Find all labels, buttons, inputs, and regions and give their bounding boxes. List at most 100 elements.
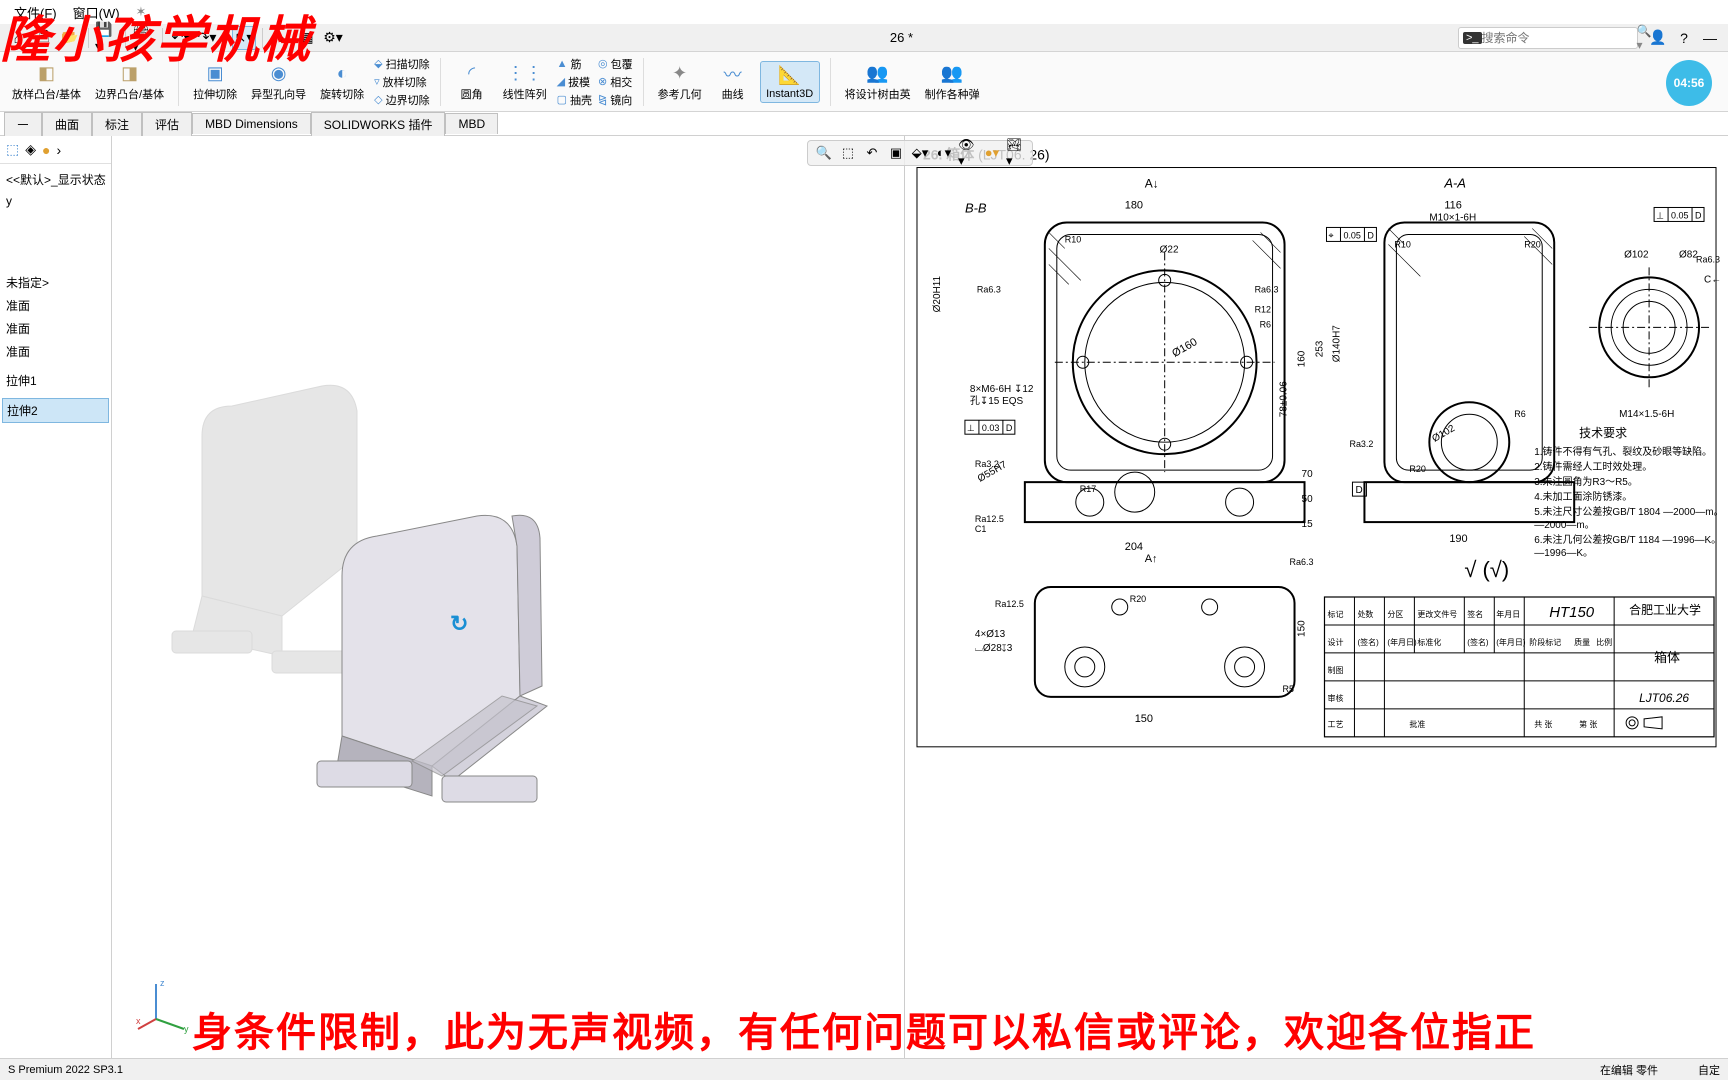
svg-text:(签名): (签名): [1357, 637, 1379, 647]
wrap-button[interactable]: ◎包覆: [598, 56, 633, 72]
curves-button[interactable]: 〰曲线: [712, 60, 754, 104]
svg-text:A↓: A↓: [1145, 176, 1159, 190]
graphics-viewport[interactable]: 🔍 ⬚ ↶ ▣ ⬙▾ ◐▾ 👁▾ ●▾ 🏞▾: [112, 136, 1728, 1058]
model-render: [142, 316, 622, 816]
svg-text:—1996—K。: —1996—K。: [1534, 548, 1593, 559]
tree-extrude1[interactable]: 拉伸1: [2, 369, 109, 392]
tab-mbd-dims[interactable]: MBD Dimensions: [192, 113, 311, 134]
search-input[interactable]: [1482, 31, 1637, 45]
tab-annotate[interactable]: 标注: [92, 112, 142, 136]
svg-text:分区: 分区: [1387, 610, 1403, 619]
minimize-icon[interactable]: —: [1698, 26, 1722, 50]
svg-text:150: 150: [1135, 713, 1153, 725]
help-icon[interactable]: ?: [1672, 26, 1696, 50]
svg-text:1.铸件不得有气孔、裂纹及砂眼等缺陷。: 1.铸件不得有气孔、裂纹及砂眼等缺陷。: [1534, 445, 1712, 458]
svg-text:HT150: HT150: [1549, 604, 1595, 621]
rib-button[interactable]: ▲筋: [557, 56, 592, 72]
tree-plane3[interactable]: 准面: [2, 340, 109, 363]
sweep-cut-button[interactable]: ⬙扫描切除: [374, 56, 429, 72]
svg-text:孔↧15 EQS: 孔↧15 EQS: [970, 395, 1024, 407]
tree-plane1[interactable]: 准面: [2, 294, 109, 317]
loft-cut-button[interactable]: ▿放样切除: [374, 74, 429, 90]
svg-text:C←: C←: [1704, 274, 1721, 285]
svg-text:Ra6.3: Ra6.3: [1255, 284, 1279, 294]
tree-display-state[interactable]: <<默认>_显示状态: [2, 168, 109, 191]
svg-text:Ra3.2: Ra3.2: [1349, 439, 1373, 449]
svg-text:4.未加工面涂防锈漆。: 4.未加工面涂防锈漆。: [1534, 490, 1632, 503]
appearance-icon[interactable]: ●▾: [982, 143, 1002, 163]
tree-material[interactable]: 未指定>: [2, 271, 109, 294]
svg-text:150: 150: [1297, 620, 1308, 637]
video-overlay-title: 隆小孩学机械: [0, 0, 312, 72]
svg-text:253: 253: [1314, 340, 1325, 357]
boundary-cut-button[interactable]: ◇边界切除: [374, 92, 429, 108]
instant3d-button[interactable]: 📐Instant3D: [760, 61, 820, 103]
tree-history[interactable]: y: [2, 191, 109, 211]
svg-text:R5: R5: [1283, 684, 1294, 694]
svg-text:204: 204: [1125, 541, 1143, 553]
svg-text:—2000—m。: —2000—m。: [1534, 520, 1594, 531]
svg-text:A-A: A-A: [1443, 175, 1466, 190]
prev-view-icon[interactable]: ↶: [862, 143, 882, 163]
svg-text:质量: 质量: [1574, 637, 1590, 647]
mirror-button[interactable]: ⧎镜向: [598, 92, 633, 108]
revolve-cut-button[interactable]: ◐旋转切除: [316, 60, 368, 104]
svg-text:50: 50: [1302, 494, 1314, 505]
draft-button[interactable]: ◢拔模: [557, 74, 592, 90]
status-bar: S Premium 2022 SP3.1 在编辑 零件 自定: [0, 1058, 1728, 1080]
svg-text:⊥: ⊥: [1656, 210, 1664, 220]
svg-text:8×M6-6H ↧12: 8×M6-6H ↧12: [970, 384, 1034, 395]
svg-text:R6: R6: [1514, 409, 1525, 419]
command-search[interactable]: >_ 🔍▾: [1458, 27, 1638, 49]
status-edit-mode: 在编辑 零件: [1600, 1062, 1658, 1078]
tab-evaluate[interactable]: 评估: [142, 112, 192, 136]
display-icon[interactable]: ●: [42, 142, 50, 158]
zoom-area-icon[interactable]: ⬚: [838, 143, 858, 163]
svg-text:标准化: 标准化: [1417, 637, 1441, 647]
svg-text:R20: R20: [1409, 464, 1425, 474]
svg-text:Ø140H7: Ø140H7: [1331, 325, 1342, 363]
feature-manager-panel: ⬚ ◈ ● › <<默认>_显示状态 y 未指定> 准面 准面 准面 拉伸1 拉…: [0, 136, 112, 1058]
section-view-icon[interactable]: ▣: [886, 143, 906, 163]
display-style-icon[interactable]: ◐▾: [934, 143, 954, 163]
variations-button[interactable]: 👥制作各种弹: [921, 60, 984, 104]
svg-text:第 张: 第 张: [1579, 719, 1597, 729]
svg-text:标记: 标记: [1327, 609, 1343, 619]
svg-text:处数: 处数: [1357, 609, 1373, 619]
svg-text:Ra12.5: Ra12.5: [995, 599, 1024, 609]
svg-text:M14×1.5-6H: M14×1.5-6H: [1619, 409, 1674, 420]
status-version: S Premium 2022 SP3.1: [8, 1064, 1600, 1076]
tab-surfaces[interactable]: 曲面: [42, 112, 92, 136]
ref-geometry-button[interactable]: ✦参考几何: [654, 60, 706, 104]
svg-text:15: 15: [1302, 519, 1314, 530]
design-tree-button[interactable]: 👥将设计树由英: [841, 60, 915, 104]
settings-icon[interactable]: ⚙▾: [321, 26, 345, 50]
svg-text:M10×1-6H: M10×1-6H: [1429, 212, 1476, 223]
svg-text:R10: R10: [1394, 239, 1410, 249]
feature-tree-icon[interactable]: ⬚: [6, 141, 19, 158]
chevron-right-icon[interactable]: ›: [56, 142, 61, 158]
svg-text:2.铸件需经人工时效处理。: 2.铸件需经人工时效处理。: [1534, 460, 1652, 473]
tab-addins[interactable]: SOLIDWORKS 插件: [311, 112, 446, 136]
sidebar-tab-icons: ⬚ ◈ ● ›: [0, 136, 111, 164]
tree-extrude2[interactable]: 拉伸2: [2, 398, 109, 423]
intersect-button[interactable]: ⊗相交: [598, 74, 633, 90]
svg-text:R12: R12: [1255, 304, 1271, 314]
tab-features[interactable]: ㇐: [4, 112, 42, 136]
svg-text:合肥工业大学: 合肥工业大学: [1629, 602, 1701, 617]
linear-pattern-button[interactable]: ⋮⋮线性阵列: [499, 60, 551, 104]
drawing-svg: 26. 箱体 (LJT06. 26) B-B A↓: [905, 136, 1728, 1058]
svg-text:(年月日): (年月日): [1387, 637, 1417, 647]
hide-show-icon[interactable]: 👁▾: [958, 143, 978, 163]
fillet-button[interactable]: ◜圆角: [451, 60, 493, 104]
user-icon[interactable]: 👤: [1646, 26, 1670, 50]
config-icon[interactable]: ◈: [25, 141, 36, 158]
zoom-fit-icon[interactable]: 🔍: [814, 143, 834, 163]
shell-button[interactable]: ▢抽壳: [557, 92, 592, 108]
view-orient-icon[interactable]: ⬙▾: [910, 143, 930, 163]
timer-badge: 04:56: [1666, 60, 1712, 106]
scene-icon[interactable]: 🏞▾: [1006, 143, 1026, 163]
tree-plane2[interactable]: 准面: [2, 317, 109, 340]
tab-mbd[interactable]: MBD: [445, 113, 498, 134]
svg-text:⌖: ⌖: [1328, 230, 1333, 240]
